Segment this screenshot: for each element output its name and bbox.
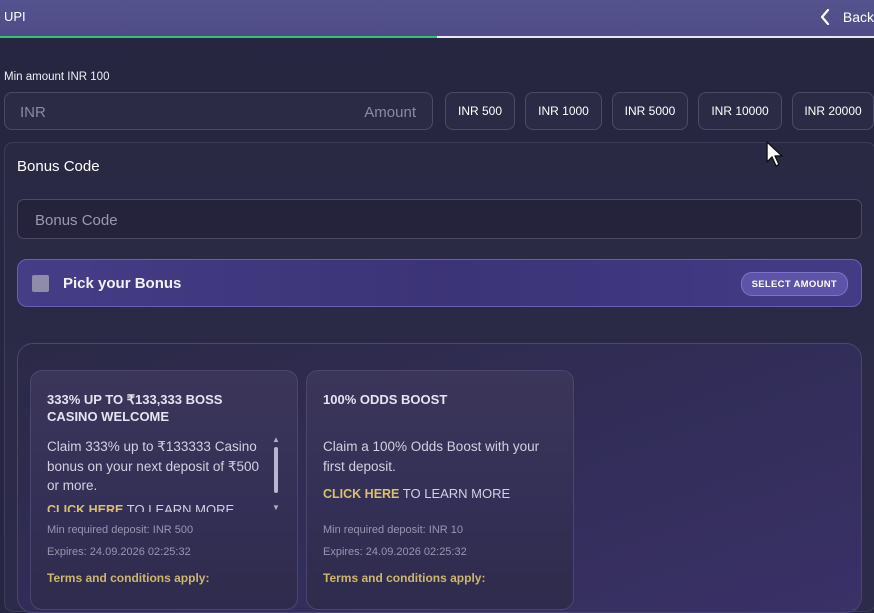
click-here-link[interactable]: CLICK HERE (47, 503, 123, 513)
click-here-link[interactable]: CLICK HERE (323, 487, 399, 501)
offer-description-area: Claim a 100% Odds Boost with your first … (323, 437, 547, 512)
offer-title: 100% ODDS BOOST (323, 392, 448, 407)
back-label: Back (842, 9, 874, 25)
offer-expiry: Expires: 24.09.2026 02:25:32 (47, 546, 191, 558)
offer-terms-link[interactable]: Terms and conditions apply: (323, 571, 485, 585)
bonus-code-input[interactable] (33, 200, 837, 240)
mouse-cursor-icon (765, 140, 787, 168)
chevron-left-icon (815, 6, 835, 28)
preset-10000-button[interactable]: INR 10000 (698, 92, 782, 130)
top-bar: UPI Back (0, 0, 874, 36)
pick-bonus-checkbox[interactable] (32, 275, 49, 292)
bonus-code-field[interactable] (17, 199, 862, 240)
amount-field[interactable]: INR (4, 92, 433, 131)
bonus-offer-card[interactable]: 100% ODDS BOOST Claim a 100% Odds Boost … (306, 370, 574, 610)
pick-bonus-bar: Pick your Bonus SELECT AMOUNT (17, 259, 862, 307)
learn-more-suffix: TO LEARN MORE (123, 501, 235, 513)
offer-learn-more: CLICK HERE TO LEARN MORE (47, 502, 271, 513)
page-title: UPI (4, 9, 26, 24)
offer-description: Claim a 100% Odds Boost with your first … (323, 439, 540, 474)
scroll-up-icon[interactable]: ▲ (272, 435, 280, 444)
bonus-offer-card[interactable]: 333% UP TO ₹133,333 BOSS CASINO WELCOME … (30, 370, 298, 610)
offer-expiry: Expires: 24.09.2026 02:25:32 (323, 546, 467, 558)
bonus-code-title: Bonus Code (17, 158, 100, 175)
back-button[interactable]: Back (815, 6, 874, 28)
offer-min-deposit: Min required deposit: INR 500 (47, 524, 194, 536)
offer-min-deposit: Min required deposit: INR 10 (323, 524, 464, 536)
select-amount-button[interactable]: SELECT AMOUNT (740, 272, 848, 296)
offer-learn-more: CLICK HERE TO LEARN MORE (323, 486, 547, 501)
preset-20000-button[interactable]: INR 20000 (792, 92, 874, 130)
currency-label: INR (20, 104, 46, 121)
learn-more-suffix: TO LEARN MORE (399, 486, 511, 501)
offer-title: 333% UP TO ₹133,333 BOSS CASINO WELCOME (47, 392, 223, 424)
scrollbar-thumb[interactable] (274, 447, 278, 493)
preset-5000-button[interactable]: INR 5000 (612, 92, 688, 130)
offer-description-scroll[interactable]: Claim 333% up to ₹133333 Casino bonus on… (47, 437, 271, 512)
offer-description: Claim 333% up to ₹133333 Casino bonus on… (47, 439, 259, 493)
amount-input[interactable] (214, 93, 418, 131)
preset-500-button[interactable]: INR 500 (445, 92, 515, 130)
progress-bar (0, 36, 874, 38)
min-amount-label: Min amount INR 100 (4, 71, 110, 83)
progress-fill (0, 36, 437, 38)
offer-terms-link[interactable]: Terms and conditions apply: (47, 571, 209, 585)
scroll-down-icon[interactable]: ▼ (272, 503, 280, 512)
preset-1000-button[interactable]: INR 1000 (525, 92, 602, 130)
pick-bonus-label: Pick your Bonus (63, 275, 182, 292)
